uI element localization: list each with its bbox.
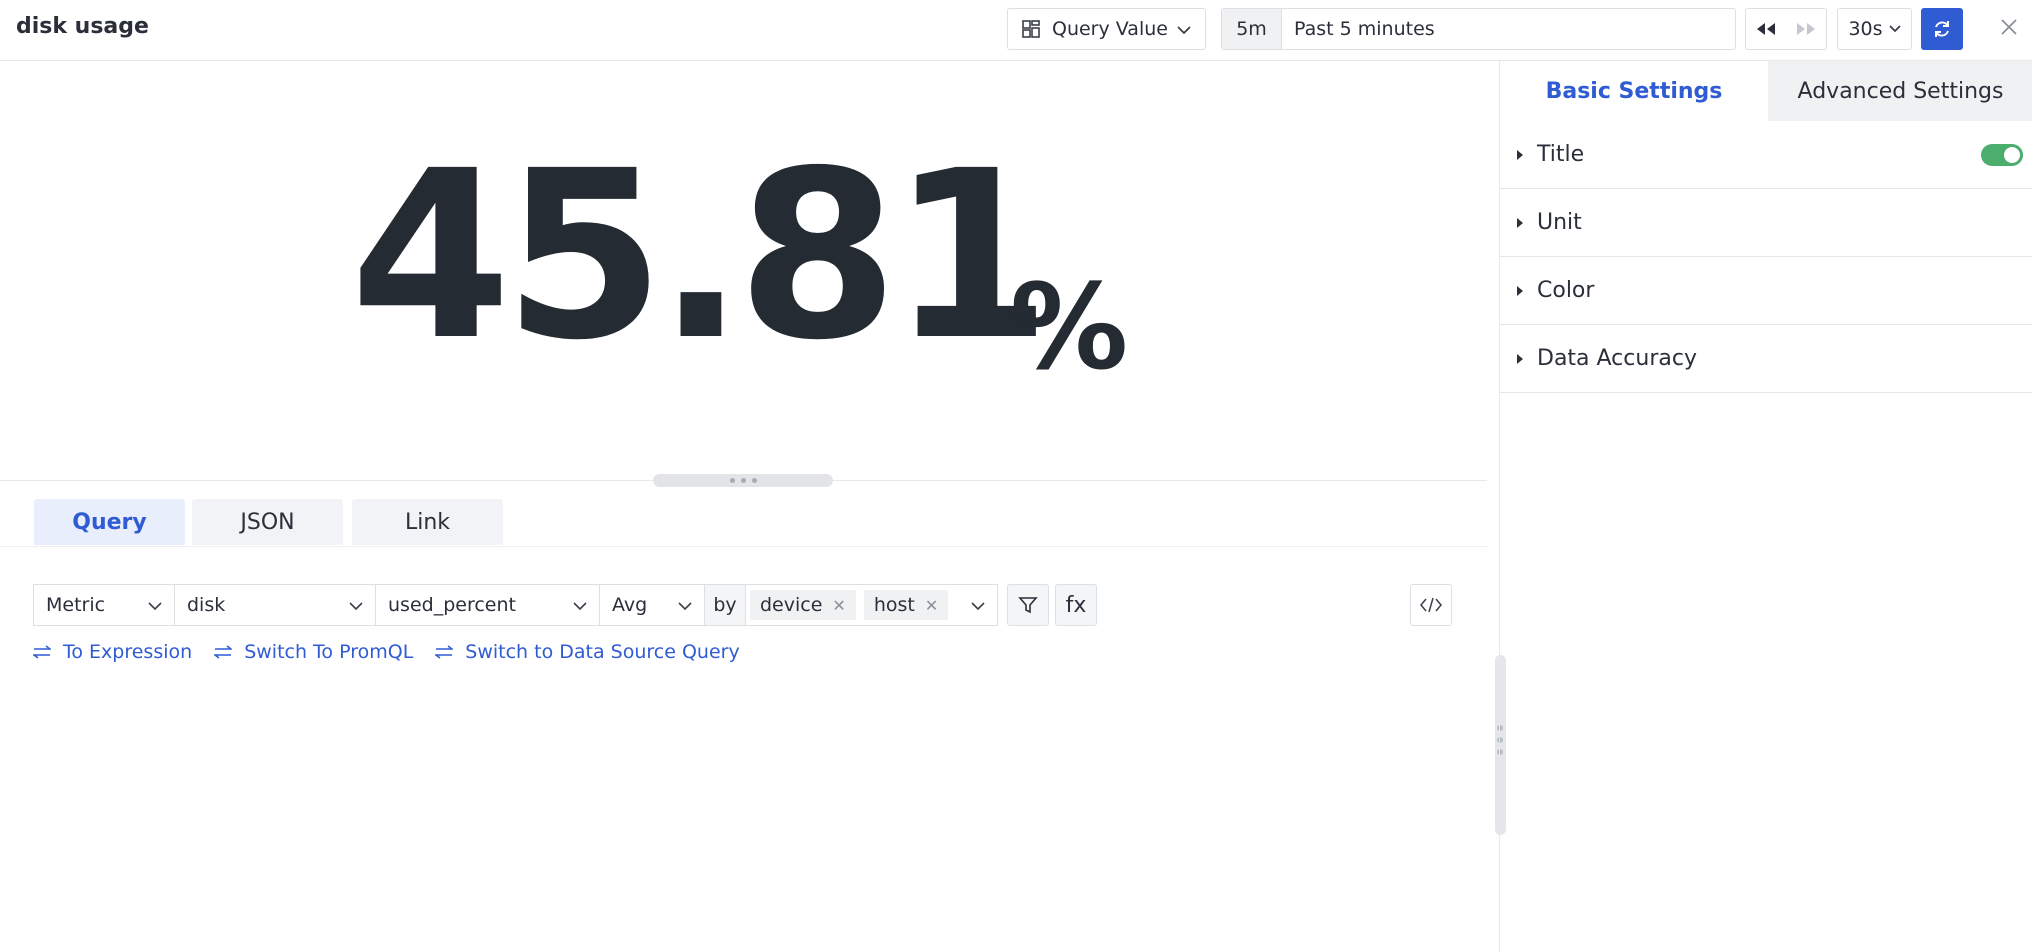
panel-title: disk usage bbox=[16, 14, 149, 39]
code-icon bbox=[1420, 597, 1442, 613]
source-select[interactable]: Metric bbox=[33, 584, 175, 626]
switch-to-datasource-label: Switch to Data Source Query bbox=[465, 641, 740, 663]
caret-right-icon bbox=[1517, 353, 1523, 364]
time-range-label: Past 5 minutes bbox=[1294, 18, 1435, 40]
close-button[interactable] bbox=[1996, 14, 2022, 40]
settings-tabs: Basic Settings Advanced Settings bbox=[1500, 61, 2032, 121]
remove-tag-icon[interactable]: ✕ bbox=[832, 596, 845, 615]
visualization-type-select[interactable]: Query Value bbox=[1007, 8, 1206, 50]
section-title-label: Title bbox=[1537, 142, 1585, 167]
chevron-down-icon bbox=[971, 602, 985, 611]
to-expression-link[interactable]: To Expression bbox=[33, 641, 192, 663]
measurement-select-value: disk bbox=[187, 594, 226, 616]
tab-query[interactable]: Query bbox=[34, 499, 185, 545]
chevron-down-icon bbox=[148, 602, 162, 611]
section-unit[interactable]: Unit bbox=[1500, 189, 2032, 257]
caret-right-icon bbox=[1517, 285, 1523, 296]
refresh-icon bbox=[1935, 21, 1949, 37]
field-select[interactable]: used_percent bbox=[375, 584, 600, 626]
switch-icon bbox=[33, 645, 51, 659]
group-tag-host: host ✕ bbox=[863, 590, 949, 620]
function-button[interactable]: fx bbox=[1055, 584, 1097, 626]
section-title[interactable]: Title bbox=[1500, 121, 2032, 189]
query-tabs: Query JSON Link bbox=[0, 499, 1487, 547]
chevron-down-icon bbox=[678, 602, 692, 611]
filter-icon bbox=[1018, 597, 1038, 614]
switch-icon bbox=[214, 645, 233, 659]
refresh-button[interactable] bbox=[1921, 8, 1963, 50]
grid-icon bbox=[1022, 20, 1040, 38]
query-mode-links: To Expression Switch To PromQL Switch to… bbox=[33, 641, 740, 663]
group-by-select[interactable]: device ✕ host ✕ bbox=[745, 584, 998, 626]
to-expression-label: To Expression bbox=[63, 641, 193, 663]
section-data-accuracy[interactable]: Data Accuracy bbox=[1500, 325, 2032, 393]
aggregation-select-value: Avg bbox=[612, 594, 648, 616]
tab-link[interactable]: Link bbox=[352, 499, 503, 545]
aggregation-select[interactable]: Avg bbox=[599, 584, 705, 626]
visualization-type-label: Query Value bbox=[1052, 18, 1168, 40]
source-select-value: Metric bbox=[46, 594, 106, 616]
measurement-select[interactable]: disk bbox=[174, 584, 376, 626]
time-range-picker[interactable]: 5m Past 5 minutes bbox=[1221, 8, 1736, 50]
chevron-down-icon bbox=[1177, 18, 1191, 40]
tab-basic-settings[interactable]: Basic Settings bbox=[1500, 61, 1768, 121]
settings-panel: Basic Settings Advanced Settings Title U… bbox=[1499, 61, 2032, 952]
field-select-value: used_percent bbox=[388, 594, 516, 616]
resize-handle[interactable] bbox=[653, 474, 833, 487]
caret-right-icon bbox=[1517, 149, 1523, 160]
rewind-button[interactable] bbox=[1746, 9, 1786, 49]
close-icon bbox=[2001, 19, 2017, 35]
time-range-short: 5m bbox=[1222, 9, 1282, 49]
fast-forward-icon bbox=[1797, 23, 1815, 35]
section-data-accuracy-label: Data Accuracy bbox=[1537, 346, 1697, 371]
chevron-down-icon bbox=[1888, 25, 1901, 33]
fx-label: fx bbox=[1065, 592, 1087, 618]
caret-right-icon bbox=[1517, 217, 1523, 228]
refresh-interval-value: 30s bbox=[1848, 18, 1883, 40]
tab-json[interactable]: JSON bbox=[192, 499, 343, 545]
group-by-label: by bbox=[704, 584, 746, 626]
title-toggle[interactable] bbox=[1981, 144, 2023, 166]
query-value-number: 45.81 bbox=[350, 121, 1052, 391]
group-tag-label: device bbox=[760, 594, 823, 616]
query-builder: Metric disk used_percent Avg by device ✕… bbox=[33, 584, 998, 626]
rewind-icon bbox=[1757, 23, 1775, 35]
section-color-label: Color bbox=[1537, 278, 1595, 303]
section-color[interactable]: Color bbox=[1500, 257, 2032, 325]
switch-to-promql-label: Switch To PromQL bbox=[244, 641, 414, 663]
chevron-down-icon bbox=[573, 602, 587, 611]
group-tag-device: device ✕ bbox=[750, 590, 856, 620]
switch-icon bbox=[435, 645, 454, 659]
filter-button[interactable] bbox=[1007, 584, 1049, 626]
panel-editor-header: disk usage Query Value 5m Past 5 minutes… bbox=[0, 0, 2032, 61]
section-unit-label: Unit bbox=[1537, 210, 1582, 235]
code-view-button[interactable] bbox=[1410, 584, 1452, 626]
chevron-down-icon bbox=[349, 602, 363, 611]
time-navigation bbox=[1745, 8, 1827, 50]
switch-to-promql-link[interactable]: Switch To PromQL bbox=[214, 641, 413, 663]
refresh-interval-select[interactable]: 30s bbox=[1837, 8, 1912, 50]
fast-forward-button[interactable] bbox=[1786, 9, 1826, 49]
group-tag-label: host bbox=[873, 594, 915, 616]
query-value-unit: % bbox=[1010, 258, 1129, 396]
tab-advanced-settings[interactable]: Advanced Settings bbox=[1768, 61, 2032, 121]
remove-tag-icon[interactable]: ✕ bbox=[925, 596, 938, 615]
switch-to-datasource-link[interactable]: Switch to Data Source Query bbox=[435, 641, 740, 663]
